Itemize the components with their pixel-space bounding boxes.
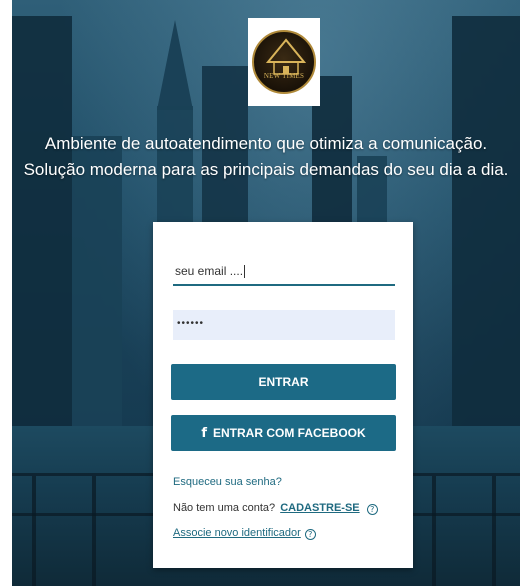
tagline-line-1: Ambiente de autoatendimento que otimiza … — [44, 134, 488, 153]
email-field[interactable]: seu email .... — [173, 258, 395, 286]
signup-link[interactable]: CADASTRE-SE — [280, 502, 359, 514]
tagline-line-2: Solução moderna para as principais deman… — [23, 160, 509, 179]
help-icon[interactable]: ? — [366, 504, 378, 515]
railing-post — [32, 476, 36, 586]
building — [12, 16, 72, 436]
enter-button[interactable]: ENTRAR — [171, 364, 396, 400]
forgot-password-link[interactable]: Esqueceu sua senha? — [173, 476, 282, 488]
house-icon — [265, 38, 307, 75]
facebook-login-button[interactable]: f ENTRAR COM FACEBOOK — [171, 415, 396, 451]
railing-post — [432, 476, 436, 586]
associate-identifier-row: Associe novo identificador? — [173, 527, 316, 540]
associate-identifier-link[interactable]: Associe novo identificador — [173, 527, 301, 539]
facebook-button-label: ENTRAR COM FACEBOOK — [212, 426, 366, 440]
railing-post — [492, 476, 496, 586]
password-field[interactable]: •••••• — [173, 310, 395, 340]
login-card: seu email .... •••••• ENTRAR f ENTRAR CO… — [153, 222, 413, 568]
new-times-emblem-icon: NEW TIMES — [252, 30, 316, 94]
building-spire — [157, 20, 193, 110]
logo-text: NEW TIMES — [263, 72, 305, 80]
no-account-label: Não tem uma conta? — [173, 502, 276, 514]
brand-logo: NEW TIMES — [248, 18, 320, 106]
text-caret — [244, 265, 246, 279]
railing-post — [92, 476, 96, 586]
email-value: seu email .... — [175, 264, 244, 278]
building — [452, 16, 520, 436]
help-icon[interactable]: ? — [304, 529, 316, 540]
facebook-icon: f — [201, 425, 207, 441]
no-account-row: Não tem uma conta? CADASTRE-SE ? — [173, 502, 378, 515]
